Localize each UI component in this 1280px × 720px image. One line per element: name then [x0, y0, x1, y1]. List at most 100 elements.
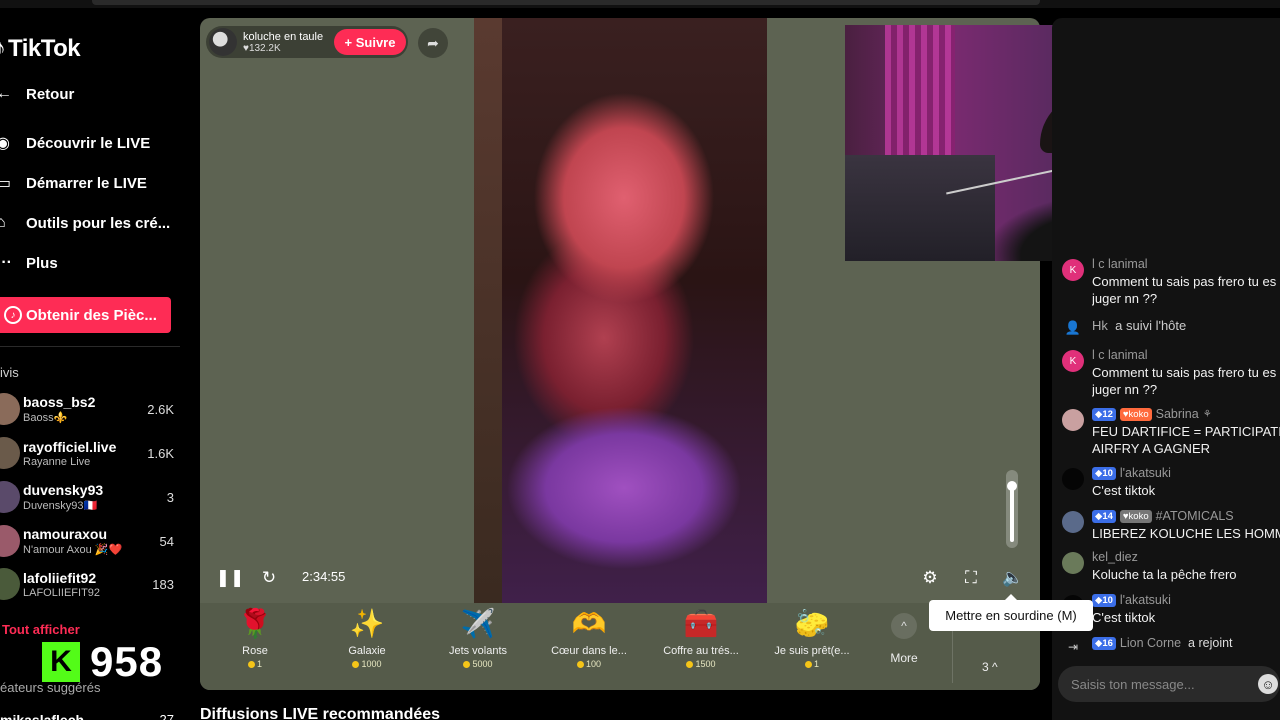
- avatar: K: [1062, 350, 1084, 372]
- chat-username[interactable]: l'akatsuki: [1120, 593, 1171, 607]
- followed-display-name: LAFOLIIEFIT92: [23, 586, 101, 599]
- chat-username[interactable]: Lion Corne: [1120, 636, 1181, 650]
- level-badge: ◆ 14: [1092, 509, 1116, 523]
- galaxy-gift-icon: ✨: [349, 608, 385, 639]
- followed-item[interactable]: duvensky93 Duvensky93🇫🇷 3: [0, 477, 180, 517]
- coin-icon: [247, 661, 255, 668]
- gift-price: 1000: [361, 659, 382, 669]
- gift-name: Coffre au trés...: [663, 645, 739, 657]
- volume-fill: [1010, 486, 1014, 542]
- nav-discover-label: Découvrir le LIVE: [26, 134, 151, 152]
- followed-item[interactable]: rayofficiel.live Rayanne Live 1.6K: [0, 433, 180, 473]
- followed-username: baoss_bs2: [23, 394, 96, 410]
- gift-price: 5000: [472, 659, 493, 669]
- live-globe-icon: ◉: [0, 135, 10, 152]
- level-badge: ◆ 10: [1092, 466, 1116, 480]
- gift-price: 1500: [695, 659, 716, 669]
- followed-item[interactable]: lafoliiefit92 LAFOLIIEFIT92 183: [0, 564, 180, 604]
- coin-icon: [576, 661, 584, 668]
- jets-gift-icon: ✈️: [460, 608, 496, 639]
- followed-item[interactable]: baoss_bs2 Baoss⚜️ 2.6K: [0, 389, 180, 429]
- avatar: [0, 525, 20, 557]
- followed-item[interactable]: namouraxou N'amour Axou 🎉❤️ 54: [0, 521, 180, 561]
- more-gifts-button[interactable]: ^ More: [884, 613, 924, 665]
- get-coins-button[interactable]: ♪ Obtenir des Pièc...: [0, 297, 171, 333]
- gift-item[interactable]: 🧽 Je suis prêt(e... 1: [760, 607, 864, 669]
- followed-display-name: Rayanne Live: [23, 455, 91, 468]
- chat-username[interactable]: Sabrina: [1156, 407, 1199, 421]
- chat-text: Comment tu sais pas frero tu es: [1092, 365, 1277, 380]
- gift-item[interactable]: 🧰 Coffre au trés... 1500: [649, 607, 753, 669]
- follow-button[interactable]: + Suivre: [334, 29, 406, 55]
- tab-strip: [92, 0, 1040, 5]
- share-icon[interactable]: ➦: [418, 28, 448, 58]
- avatar: [1062, 468, 1084, 490]
- mute-tooltip: Mettre en sourdine (M): [929, 594, 1093, 631]
- avatar: [0, 481, 20, 513]
- system-action: a suivi l'hôte: [1115, 318, 1187, 333]
- host-name: koluche en taule: [243, 30, 324, 43]
- heart-hands-gift-icon: 🫶: [571, 608, 607, 639]
- chat-username[interactable]: l'akatsuki: [1120, 466, 1171, 480]
- gift-quantity-selector[interactable]: 3 ^: [982, 660, 998, 674]
- gift-item[interactable]: ✨ Galaxie 1000: [315, 607, 419, 669]
- gift-item[interactable]: ✈️ Jets volants 5000: [426, 607, 530, 669]
- tiktok-note-icon: ♪: [0, 35, 6, 62]
- chat-text: C'est tiktok: [1092, 483, 1156, 498]
- nav-start-live[interactable]: ▭ Démarrer le LIVE: [0, 171, 147, 195]
- show-all-link[interactable]: Tout afficher: [2, 622, 80, 637]
- gift-price: 1: [813, 659, 819, 669]
- volume-slider[interactable]: [1006, 470, 1018, 548]
- followed-display-name: N'amour Axou 🎉❤️: [23, 544, 123, 556]
- volume-handle[interactable]: [1007, 481, 1017, 491]
- nav-back[interactable]: ← Retour: [0, 82, 74, 106]
- chat-username[interactable]: #ATOMICALS: [1156, 509, 1234, 523]
- chat-input-placeholder: Saisis ton message...: [1071, 676, 1195, 692]
- creator-count: 27: [159, 712, 174, 720]
- more-dots-icon: ···: [0, 254, 12, 271]
- avatar: [0, 568, 20, 600]
- chat-input[interactable]: Saisis ton message...: [1058, 666, 1280, 702]
- level-badge: ◆ 12: [1092, 407, 1116, 421]
- viewer-count: 3: [166, 489, 174, 505]
- nav-creator-tools[interactable]: ⌂ Outils pour les cré...: [0, 211, 170, 235]
- refresh-icon[interactable]: ↻: [258, 567, 280, 589]
- tiktok-logo[interactable]: ♪ TikTok: [0, 34, 81, 64]
- chat-username[interactable]: Hk: [1092, 318, 1108, 333]
- followed-display-name: Baoss⚜️: [23, 412, 68, 424]
- chat-username[interactable]: kel_diez: [1092, 550, 1138, 564]
- recommended-lives-title: Diffusions LIVE recommandées: [200, 706, 441, 720]
- volume-icon[interactable]: 🔈: [1002, 567, 1024, 589]
- followed-username: lafoliiefit92: [23, 569, 97, 586]
- nav-discover-live[interactable]: ◉ Découvrir le LIVE: [0, 131, 150, 155]
- emoji-icon[interactable]: ☺: [1258, 674, 1278, 694]
- avatar: [1062, 409, 1084, 431]
- followed-display-name: Duvensky93🇫🇷: [23, 500, 98, 512]
- fullscreen-icon[interactable]: ⛶: [960, 567, 982, 589]
- chat-username[interactable]: l c lanimal: [1092, 348, 1148, 362]
- chat-username[interactable]: l c lanimal: [1092, 257, 1148, 271]
- gift-item[interactable]: 🌹 Rose 1: [203, 607, 307, 669]
- pause-icon[interactable]: ❚❚: [216, 567, 245, 589]
- avatar: [0, 393, 20, 425]
- settings-gear-icon[interactable]: ⚙: [919, 567, 941, 589]
- coin-icon: ♪: [4, 306, 22, 324]
- gift-item[interactable]: 🫶 Cœur dans le... 100: [537, 607, 641, 669]
- sponge-gift-icon: 🧽: [794, 608, 830, 639]
- follow-user-icon: 👤: [1064, 320, 1082, 335]
- chat-text: C'est tiktok: [1092, 610, 1156, 625]
- coin-icon: [804, 661, 812, 668]
- avatar: [0, 437, 20, 469]
- followed-username: namouraxou: [23, 526, 108, 542]
- gift-name: Jets volants: [448, 645, 508, 657]
- system-action: a rejoint: [1188, 636, 1233, 650]
- suggested-creator-item[interactable]: mikaslaflech... 27: [0, 712, 180, 720]
- join-icon: ⇥: [1067, 640, 1079, 654]
- gift-name: Je suis prêt(e...: [774, 645, 850, 657]
- fan-badge: ♥ koko: [1119, 407, 1152, 421]
- overlay-viewer-number: 958: [90, 638, 164, 685]
- nav-more[interactable]: ··· Plus: [0, 251, 58, 275]
- coin-icon: [686, 661, 694, 668]
- viewer-count: 2.6K: [147, 401, 174, 417]
- live-video[interactable]: [474, 18, 767, 603]
